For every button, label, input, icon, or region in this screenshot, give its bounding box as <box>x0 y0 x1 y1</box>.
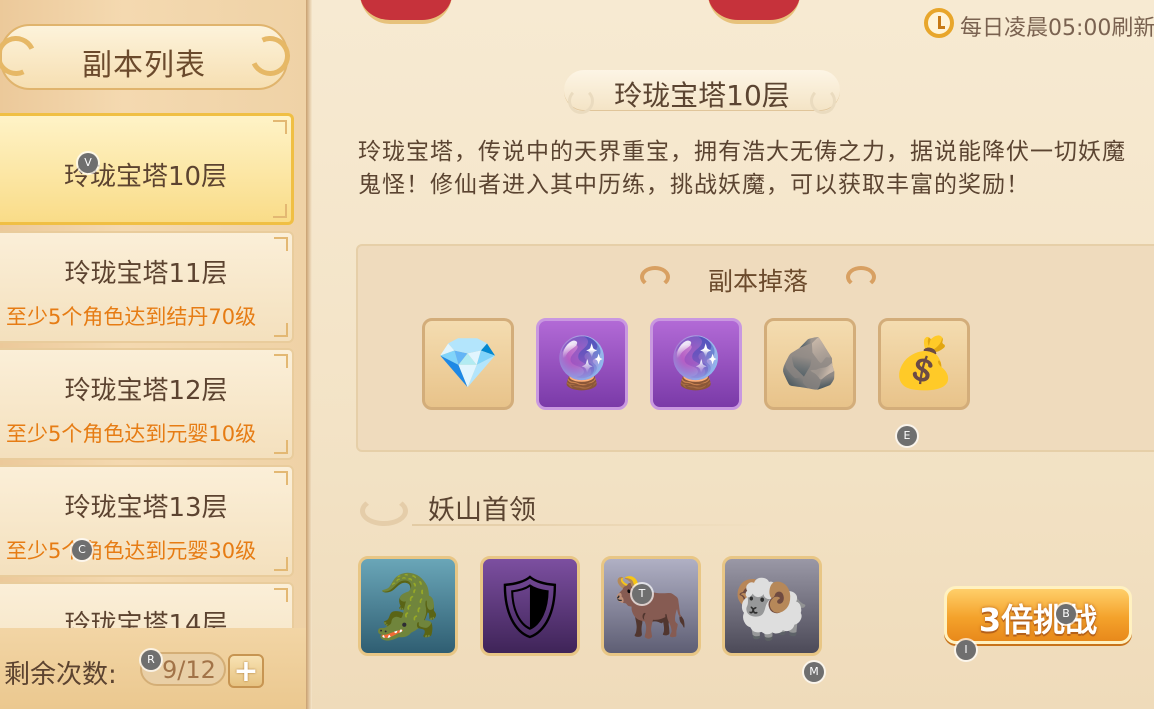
purple-crystal-icon: 🔮 <box>550 334 614 392</box>
blue-crystal-icon: 💎 <box>436 334 500 392</box>
dungeon-requirement: 至少5个角色达到结丹70级 <box>6 305 257 329</box>
boss-section-header: 妖山首领 <box>352 482 772 532</box>
boss-card-shield-warrior[interactable]: 🛡 <box>480 556 580 656</box>
dungeon-list-title: 副本列表 <box>82 48 206 83</box>
corner-ornament <box>274 440 288 454</box>
plus-icon: + <box>233 654 259 689</box>
challenge-button-label: 3倍挑战 <box>978 601 1098 639</box>
dungeon-list-header: 副本列表 <box>0 24 296 90</box>
corner-ornament <box>274 323 288 337</box>
corner-ornament <box>274 471 288 485</box>
remaining-attempts-value: 9/12 <box>162 656 216 684</box>
shield-warrior-boss-icon: 🛡 <box>490 570 570 643</box>
clock-icon <box>924 8 954 38</box>
marker-badge: C <box>72 540 92 560</box>
drops-panel: 副本掉落 💎 🔮 🔮 🪨 💰 <box>356 244 1154 452</box>
dungeon-requirement: 至少5个角色达到元婴10级 <box>6 422 257 446</box>
dungeon-list-panel: 副本列表 玲珑宝塔10层 玲珑宝塔11层 至少5个角色达到结丹70级 玲珑宝塔1… <box>0 0 308 709</box>
marker-badge: T <box>632 584 652 604</box>
boss-card-crocodile[interactable]: 🐊 <box>358 556 458 656</box>
drop-item-money-bag[interactable]: 💰 <box>878 318 970 410</box>
corner-ornament <box>274 354 288 368</box>
marker-badge: B <box>1056 604 1076 624</box>
dungeon-requirement: 至少5个角色达到元婴30级 <box>6 539 257 563</box>
drop-item-blue-crystal[interactable]: 💎 <box>422 318 514 410</box>
red-ribbon-ornament <box>360 0 452 24</box>
drop-item-purple-crystal-gold[interactable]: 🔮 <box>650 318 742 410</box>
corner-ornament <box>273 120 287 134</box>
boss-card-white-ox[interactable]: 🐂 <box>601 556 701 656</box>
corner-ornament <box>273 204 287 218</box>
dungeon-name: 玲珑宝塔12层 <box>64 376 228 406</box>
boss-section-title: 妖山首领 <box>428 495 536 526</box>
cloud-ornament-icon <box>640 266 670 288</box>
drops-title: 副本掉落 <box>707 267 808 296</box>
dungeon-title: 玲珑宝塔10层 <box>614 79 790 112</box>
iron-ingot-icon: 🪨 <box>778 334 842 392</box>
triple-challenge-button[interactable]: 3倍挑战 <box>944 586 1132 644</box>
red-ribbon-ornament <box>708 0 800 24</box>
purple-crystal-gold-icon: 🔮 <box>664 334 728 392</box>
dungeon-title-banner: 玲珑宝塔10层 <box>564 70 840 114</box>
dungeon-item-12[interactable]: 玲珑宝塔12层 至少5个角色达到元婴10级 <box>0 348 294 460</box>
remaining-attempts-label: 剩余次数: <box>4 660 117 690</box>
dungeon-description: 玲珑宝塔，传说中的天界重宝，拥有浩大无俦之力，据说能降伏一切妖魔鬼怪！修仙者进入… <box>358 139 1126 198</box>
dungeon-item-11[interactable]: 玲珑宝塔11层 至少5个角色达到结丹70级 <box>0 231 294 343</box>
dungeon-name: 玲珑宝塔13层 <box>64 493 228 523</box>
white-ox-boss-icon: 🐂 <box>612 570 690 643</box>
drop-item-purple-crystal[interactable]: 🔮 <box>536 318 628 410</box>
boss-card-horned-beast[interactable]: 🐏 <box>722 556 822 656</box>
dungeon-name: 玲珑宝塔14层 <box>64 610 228 629</box>
marker-badge: E <box>897 426 917 446</box>
dungeon-name: 玲珑宝塔10层 <box>63 162 228 192</box>
cloud-ornament-icon <box>360 496 408 526</box>
dungeon-item-10[interactable]: 玲珑宝塔10层 <box>0 113 294 225</box>
money-bag-icon: 💰 <box>892 334 956 392</box>
dungeon-item-13[interactable]: 玲珑宝塔13层 至少5个角色达到元婴30级 <box>0 465 294 577</box>
horned-beast-boss-icon: 🐏 <box>733 570 811 643</box>
dungeon-item-14[interactable]: 玲珑宝塔14层 <box>0 582 294 629</box>
crocodile-boss-icon: 🐊 <box>369 570 447 643</box>
corner-ornament <box>274 588 288 602</box>
corner-ornament <box>274 237 288 251</box>
add-attempts-button[interactable]: + <box>228 654 264 689</box>
dungeon-name: 玲珑宝塔11层 <box>64 259 228 289</box>
refresh-time-text: 每日凌晨05:00刷新 <box>960 16 1154 41</box>
marker-badge: V <box>78 153 98 173</box>
dungeon-detail-panel: 每日凌晨05:00刷新 玲珑宝塔10层 玲珑宝塔，传说中的天界重宝，拥有浩大无俦… <box>312 0 1154 709</box>
cloud-ornament-icon <box>846 266 876 288</box>
drops-title-row: 副本掉落 <box>358 262 1154 296</box>
corner-ornament <box>274 557 288 571</box>
marker-badge: R <box>141 650 161 670</box>
daily-refresh-notice: 每日凌晨05:00刷新 <box>922 8 1154 42</box>
marker-badge: M <box>804 662 824 682</box>
marker-badge: I <box>956 640 976 660</box>
dungeon-list[interactable]: 玲珑宝塔10层 玲珑宝塔11层 至少5个角色达到结丹70级 玲珑宝塔12层 至少… <box>0 113 296 629</box>
drop-item-iron-ingot[interactable]: 🪨 <box>764 318 856 410</box>
